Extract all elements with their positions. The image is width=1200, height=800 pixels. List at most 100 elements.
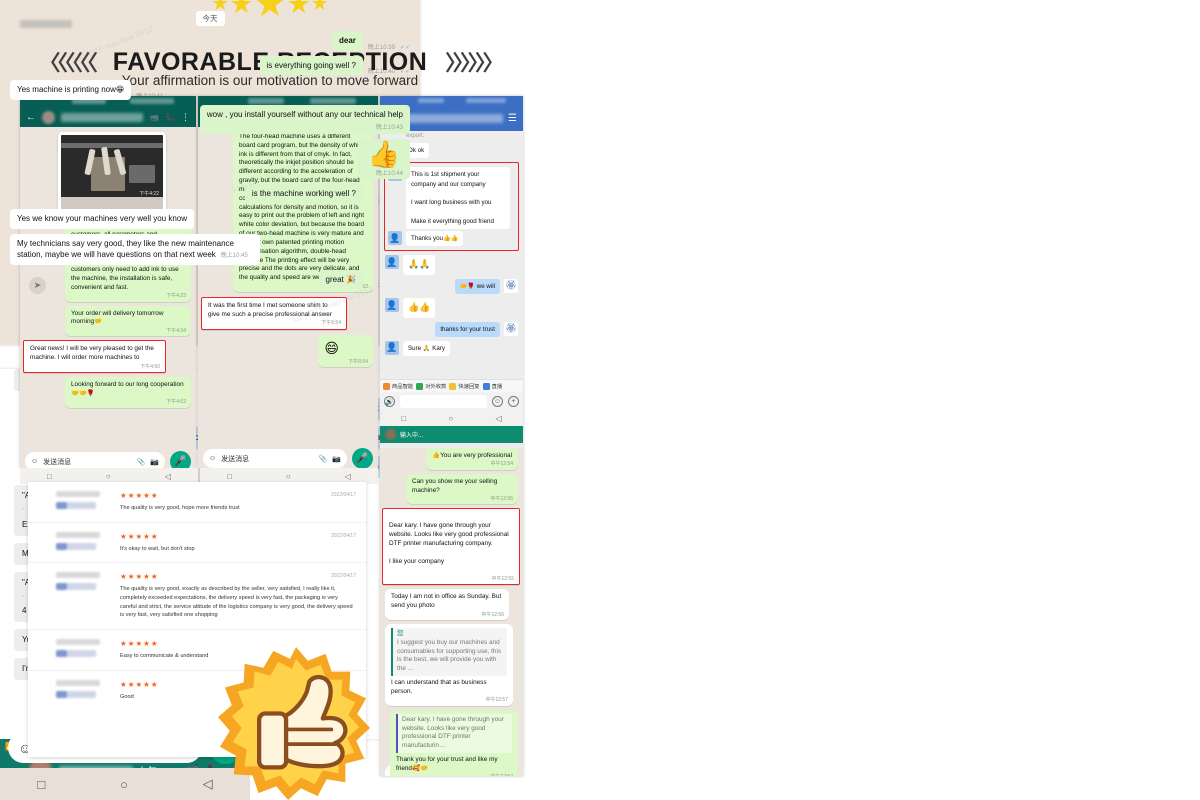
message-bubble[interactable]: 🙏🙏 bbox=[403, 255, 436, 275]
message-bubble[interactable]: 🤝🌹 we will bbox=[454, 278, 500, 295]
nav-square-icon[interactable]: □ bbox=[227, 472, 232, 481]
message-bubble[interactable]: Great news! I will be very pleased to ge… bbox=[23, 340, 166, 373]
table-row: ★★★★★ The quality is very good, exactly … bbox=[28, 563, 366, 630]
attach-icon[interactable]: 📎 bbox=[319, 455, 328, 463]
message-row: 您 I suggest you buy our machines and con… bbox=[385, 623, 518, 706]
nav-circle-icon[interactable]: ○ bbox=[106, 472, 111, 481]
message-time: 晚上10:45 bbox=[220, 253, 248, 260]
message-bubble[interactable]: Dear kary. I have gone through your webs… bbox=[390, 709, 518, 776]
mic-button[interactable]: 🎤 bbox=[352, 448, 373, 468]
message-bubble[interactable]: Yes machine is printing now😁 bbox=[10, 80, 132, 100]
emoji-icon[interactable]: ☺ bbox=[209, 455, 216, 462]
message-bubble[interactable]: is the machine working well ? bbox=[244, 184, 363, 204]
message-time: 下午4:52 bbox=[166, 399, 186, 406]
message-bubble[interactable]: Sure 🙏 Kary bbox=[403, 340, 450, 357]
wechat-input[interactable] bbox=[400, 395, 487, 408]
message-bubble[interactable]: 👍You are very professional 中午12:54 bbox=[426, 448, 518, 470]
message-input-placeholder: 发送消息 bbox=[221, 455, 250, 463]
message-text: Ok ok bbox=[408, 147, 425, 154]
camera-icon[interactable]: 📷 bbox=[150, 458, 159, 466]
reviewer-name bbox=[56, 491, 100, 497]
mic-button[interactable]: 🎤 bbox=[170, 451, 191, 468]
message-text: I can understand that as business person… bbox=[391, 679, 487, 695]
message-bubble[interactable]: 您 I suggest you buy our machines and con… bbox=[385, 623, 513, 706]
review-text: The quality is very good, hope more frie… bbox=[120, 505, 240, 511]
emoji-icon[interactable]: ☺ bbox=[31, 458, 38, 465]
message-bubble[interactable]: Your order will delivery tomorrow mornin… bbox=[65, 305, 191, 337]
message-input[interactable]: ☺ 发送消息 📎 📷 bbox=[25, 452, 165, 468]
nav-square-icon[interactable]: □ bbox=[37, 777, 45, 792]
panel1-composer: ☺ 发送消息 📎 📷 🎤 bbox=[20, 448, 196, 468]
nav-back-icon[interactable]: ◁ bbox=[345, 472, 351, 481]
menu-icon[interactable]: ☰ bbox=[508, 113, 517, 124]
message-time: 中午12:55 bbox=[491, 575, 514, 582]
chat-panel-1: ← 📹 📞 ⋮ ➤ 下午4:22 The bbox=[20, 96, 196, 468]
forwarded-icon: ➤ bbox=[29, 277, 46, 294]
avatar bbox=[42, 110, 55, 124]
review-content: ★★★★★ It's okay to wait, but don't stop bbox=[114, 532, 356, 554]
back-icon[interactable]: ← bbox=[26, 112, 36, 123]
message-bubble[interactable]: Looking forward to our long cooperation🤝… bbox=[65, 376, 191, 408]
message-bubble[interactable]: Yes we know your machines very well you … bbox=[10, 208, 195, 229]
message-row: 😄 下午6:54 bbox=[203, 334, 373, 368]
voice-icon[interactable]: 🔊 bbox=[384, 396, 395, 407]
nav-back-icon[interactable]: ◁ bbox=[165, 472, 171, 481]
message-bubble[interactable]: The four-head machine uses a different b… bbox=[233, 129, 373, 293]
video-call-icon[interactable]: 📹 bbox=[149, 113, 159, 122]
message-text: It was the first time I met someone shim… bbox=[208, 302, 332, 318]
camera-icon[interactable]: 📷 bbox=[332, 455, 341, 463]
page-root: ★★★★★ 〈〈〈〈〈〈FAVORABLE RECEPTION〉〉〉〉〉〉 Yo… bbox=[0, 0, 1200, 800]
rating-stars: ★★★★★ bbox=[120, 531, 159, 541]
message-bubble[interactable]: dear bbox=[332, 31, 363, 51]
nav-square-icon[interactable]: □ bbox=[47, 472, 52, 481]
sticker-bubble[interactable]: 👍 晚上10:44 bbox=[357, 139, 410, 180]
add-icon[interactable]: + bbox=[508, 396, 519, 407]
message-bubble[interactable]: thanks for your trust bbox=[435, 321, 500, 337]
message-bubble[interactable]: 👍👍 bbox=[403, 298, 436, 318]
partial-message: export. bbox=[406, 133, 425, 139]
message-row: Dear kary. I have gone through your webs… bbox=[385, 709, 518, 776]
voice-call-icon[interactable]: 📞 bbox=[165, 113, 175, 122]
nav-square-icon[interactable]: □ bbox=[401, 414, 406, 423]
message-bubble[interactable]: wow , you install yourself without any o… bbox=[199, 104, 410, 135]
nav-circle-icon[interactable]: ○ bbox=[448, 414, 453, 423]
nav-back-icon[interactable]: ◁ bbox=[203, 776, 213, 792]
android-nav: □ ○ ◁ bbox=[380, 411, 523, 426]
nav-back-icon[interactable]: ◁ bbox=[496, 414, 502, 423]
attach-icon[interactable]: 📎 bbox=[137, 458, 146, 466]
more-options-icon[interactable]: ⋮ bbox=[181, 112, 190, 123]
message-bubble[interactable]: This is 1st shipment your company and ou… bbox=[406, 167, 510, 230]
avatar-icon: 👤 bbox=[385, 340, 399, 355]
typing-text: 输入中... bbox=[400, 433, 424, 439]
message-bubble[interactable]: great 🎉 bbox=[318, 269, 363, 290]
message-bubble[interactable]: Dear kary. I have gone through your webs… bbox=[382, 508, 520, 586]
reviewer-info bbox=[56, 491, 114, 513]
message-bubble[interactable]: is everything going well ? bbox=[259, 55, 363, 76]
review-content: ★★★★★ The quality is very good, exactly … bbox=[114, 572, 356, 620]
toolbar-item-live[interactable]: 直播 bbox=[482, 382, 502, 390]
message-bubble-emoji[interactable]: 😄 下午6:54 bbox=[318, 334, 373, 368]
message-bubble[interactable]: My technicians say very good, they like … bbox=[10, 233, 260, 265]
message-input[interactable]: ☺ 发送消息 📎 📷 bbox=[203, 449, 347, 468]
avatar-icon: 👤 bbox=[385, 255, 399, 270]
status-bar bbox=[380, 96, 523, 105]
message-bubble[interactable]: Today I am not in office as Sunday. But … bbox=[385, 589, 509, 620]
message-time: 中午12:56 bbox=[481, 611, 504, 618]
toolbar-item-payment[interactable]: 对外收款 bbox=[416, 382, 446, 390]
nav-circle-icon[interactable]: ○ bbox=[120, 777, 128, 792]
nav-circle-icon[interactable]: ○ bbox=[286, 472, 291, 481]
message-bubble[interactable]: Thanks you👍👍 bbox=[406, 231, 464, 247]
review-date: 2022/04/17 bbox=[330, 573, 356, 580]
message-text: dear bbox=[339, 36, 356, 45]
wechat-toolbar: 商品智能 对外收款 快速回复 直播 bbox=[380, 379, 523, 392]
message-text: Your order will delivery tomorrow mornin… bbox=[71, 309, 164, 326]
message-text: Looking forward to our long cooperation🤝… bbox=[71, 380, 184, 397]
machine-photo[interactable]: 下午4:22 bbox=[58, 132, 166, 214]
reviewer-country bbox=[56, 649, 96, 657]
emoji-icon[interactable]: ☺ bbox=[492, 396, 503, 407]
toolbar-item-quickreply[interactable]: 快速回复 bbox=[449, 382, 480, 390]
message-bubble[interactable]: Can you show me your selling machine? 中午… bbox=[406, 473, 518, 505]
message-bubble[interactable]: It was the first time I met someone shim… bbox=[201, 297, 347, 330]
toolbar-label: 快速回复 bbox=[458, 384, 480, 390]
toolbar-item-goods[interactable]: 商品智能 bbox=[383, 382, 413, 390]
